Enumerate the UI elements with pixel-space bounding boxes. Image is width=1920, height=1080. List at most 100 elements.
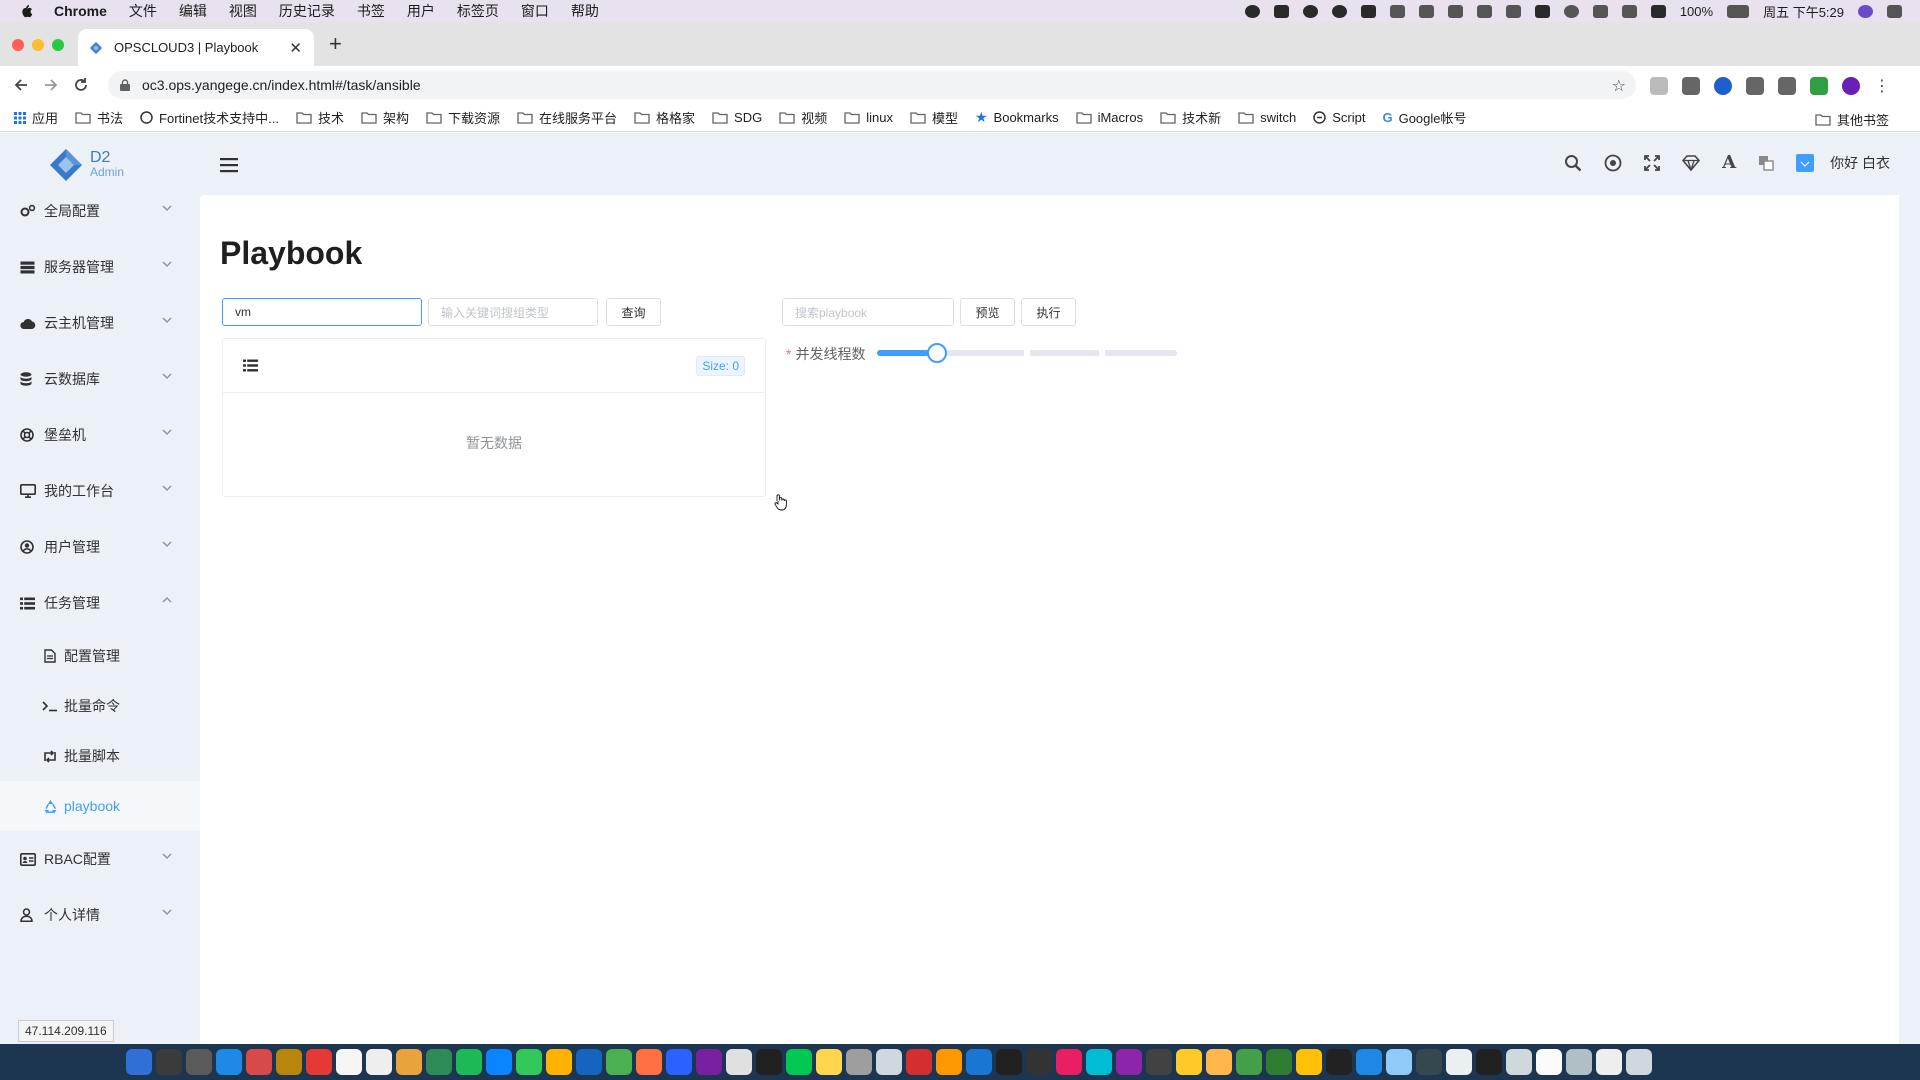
sidebar-subitem-batch-script[interactable]: 批量脚本	[0, 731, 200, 781]
bookmark-other[interactable]: 其他书签	[1815, 110, 1889, 129]
dock-app-icon[interactable]	[846, 1049, 872, 1075]
dock-app-icon[interactable]	[1596, 1049, 1622, 1075]
translate-icon[interactable]	[1758, 155, 1774, 171]
extension-icon[interactable]	[1778, 77, 1796, 95]
dock-app-icon[interactable]	[246, 1049, 272, 1075]
dock-app-icon[interactable]	[1326, 1049, 1352, 1075]
bookmark-folder[interactable]: 技术新	[1160, 108, 1221, 127]
theme-color-icon[interactable]	[1796, 153, 1815, 172]
font-size-icon[interactable]: A	[1722, 152, 1736, 173]
dock-app-icon[interactable]	[816, 1049, 842, 1075]
record-icon[interactable]	[1244, 4, 1260, 18]
new-tab-button[interactable]: +	[329, 32, 342, 56]
forward-button[interactable]	[42, 76, 60, 94]
penguin-icon[interactable]	[1302, 4, 1318, 18]
dock-app-icon[interactable]	[1206, 1049, 1232, 1075]
dock-app-icon[interactable]	[1266, 1049, 1292, 1075]
profile-avatar[interactable]	[1842, 77, 1860, 95]
back-button[interactable]	[12, 76, 30, 94]
sidebar-item-users[interactable]: 用户管理	[0, 519, 200, 575]
menubar-item[interactable]: 帮助	[571, 1, 599, 21]
volume-icon[interactable]	[1621, 4, 1637, 18]
dock-app-icon[interactable]	[1176, 1049, 1202, 1075]
dock-app-icon[interactable]	[366, 1049, 392, 1075]
dock-app-icon[interactable]	[216, 1049, 242, 1075]
dock-app-icon[interactable]	[1416, 1049, 1442, 1075]
sidebar-item-cloud-host[interactable]: 云主机管理	[0, 295, 200, 351]
playbook-search-input[interactable]: 搜索playbook	[782, 298, 954, 326]
keyboard-icon[interactable]	[1534, 4, 1550, 18]
tray-app-icon[interactable]	[1360, 4, 1376, 18]
menubar-item[interactable]: 窗口	[521, 1, 549, 21]
battery-percent[interactable]: 100%	[1680, 4, 1713, 19]
send-icon[interactable]	[1476, 4, 1492, 18]
sidebar-subitem-config[interactable]: 配置管理	[0, 631, 200, 681]
dock-app-icon[interactable]	[1626, 1049, 1652, 1075]
input-method-icon[interactable]	[1650, 4, 1666, 18]
window-minimize-button[interactable]	[32, 39, 44, 51]
bookmark-folder[interactable]: 技术	[296, 108, 344, 127]
dock-app-icon[interactable]	[396, 1049, 422, 1075]
dock-app-icon[interactable]	[636, 1049, 662, 1075]
dock-app-icon[interactable]	[426, 1049, 452, 1075]
search-icon[interactable]	[1564, 154, 1582, 172]
preview-button[interactable]: 预览	[960, 298, 1015, 326]
battery-icon[interactable]	[1727, 4, 1750, 18]
bookmark-folder[interactable]: SDG	[712, 110, 762, 125]
dock-app-icon[interactable]	[1056, 1049, 1082, 1075]
dock-app-icon[interactable]	[486, 1049, 512, 1075]
dock-app-icon[interactable]	[1296, 1049, 1322, 1075]
dock-app-icon[interactable]	[726, 1049, 752, 1075]
bookmark-folder[interactable]: iMacros	[1075, 110, 1143, 125]
sidebar-item-rbac[interactable]: RBAC配置	[0, 831, 200, 887]
menubar-item[interactable]: 书签	[357, 1, 385, 21]
dock-app-icon[interactable]	[666, 1049, 692, 1075]
bookmark-link[interactable]: Script	[1313, 110, 1365, 125]
keyword-search-input[interactable]: 输入关键词搜组类型	[428, 298, 598, 326]
sidebar-item-server[interactable]: 服务器管理	[0, 239, 200, 295]
window-close-button[interactable]	[12, 39, 24, 51]
dock-app-icon[interactable]	[306, 1049, 332, 1075]
tray-app-icon[interactable]	[1389, 4, 1405, 18]
dock-app-icon[interactable]	[1146, 1049, 1172, 1075]
bookmark-folder[interactable]: 在线服务平台	[517, 108, 617, 127]
dock-app-icon[interactable]	[876, 1049, 902, 1075]
search-icon[interactable]	[1563, 4, 1579, 18]
dock-app-icon[interactable]	[1236, 1049, 1262, 1075]
logo[interactable]: D2 Admin	[48, 147, 124, 183]
menubar-item[interactable]: 历史记录	[279, 1, 335, 21]
bookmark-apps[interactable]: 应用	[14, 108, 58, 127]
vue-devtools-icon[interactable]	[1810, 77, 1828, 95]
sidebar-item-workbench[interactable]: 我的工作台	[0, 463, 200, 519]
extension-w-icon[interactable]	[1746, 77, 1764, 95]
dock-app-icon[interactable]	[156, 1049, 182, 1075]
dock-app-icon[interactable]	[606, 1049, 632, 1075]
extension-f-icon[interactable]	[1682, 77, 1700, 95]
bookmark-link[interactable]: Fortinet技术支持中...	[140, 108, 279, 127]
menubar-item[interactable]: 文件	[129, 1, 157, 21]
dock-app-icon[interactable]	[516, 1049, 542, 1075]
sidebar-subitem-playbook[interactable]: playbook	[0, 781, 200, 831]
thread-slider-thumb[interactable]	[927, 343, 947, 363]
bookmark-folder[interactable]: 模型	[910, 108, 958, 127]
wechat-icon[interactable]	[1418, 4, 1434, 18]
extension-icon[interactable]	[1714, 77, 1732, 95]
dock-app-icon[interactable]	[996, 1049, 1022, 1075]
wifi-icon[interactable]	[1592, 4, 1608, 18]
bookmark-link[interactable]: G Google帐号	[1382, 108, 1466, 127]
dock-app-icon[interactable]	[276, 1049, 302, 1075]
tray-app-icon[interactable]	[1273, 4, 1289, 18]
bookmark-folder[interactable]: 书法	[75, 108, 123, 127]
bookmark-folder[interactable]: linux	[844, 110, 893, 125]
bookmark-star-icon[interactable]: ☆	[1612, 76, 1626, 96]
sidebar-item-tasks[interactable]: 任务管理	[0, 575, 200, 631]
diamond-icon[interactable]	[1682, 154, 1701, 171]
lock-icon[interactable]	[120, 79, 130, 91]
bookmark-folder[interactable]: switch	[1238, 110, 1296, 125]
menubar-item[interactable]: 编辑	[179, 1, 207, 21]
clock[interactable]: 周五 下午5:29	[1763, 2, 1844, 21]
dock-app-icon[interactable]	[1446, 1049, 1472, 1075]
fullscreen-icon[interactable]	[1644, 154, 1661, 171]
bookmark-folder[interactable]: 视频	[779, 108, 827, 127]
bookmark-folder[interactable]: 架构	[361, 108, 409, 127]
